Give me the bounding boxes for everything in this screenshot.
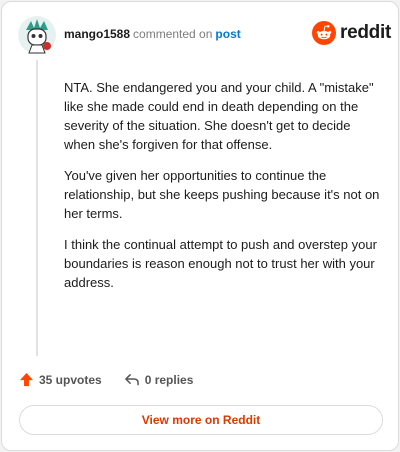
comment-header: mango1588 commented on post bbox=[64, 27, 241, 41]
comment-embed-card: mango1588 commented on post reddit NTA. Sh… bbox=[1, 1, 399, 451]
username-link[interactable]: mango1588 bbox=[64, 27, 130, 41]
commented-on-text: commented on bbox=[133, 27, 213, 41]
upvote-count: 35 upvotes bbox=[39, 372, 102, 387]
comment-body: NTA. She endangered you and your child. … bbox=[64, 78, 382, 304]
reddit-logo[interactable]: reddit bbox=[312, 21, 391, 45]
comment-paragraph: NTA. She endangered you and your child. … bbox=[64, 80, 374, 152]
avatar[interactable] bbox=[17, 15, 57, 55]
upvote-arrow-icon bbox=[19, 372, 34, 387]
post-link[interactable]: post bbox=[215, 27, 240, 41]
comment-paragraph: I think the continual attempt to push an… bbox=[64, 237, 377, 290]
comment-paragraph: You've given her opportunities to contin… bbox=[64, 168, 380, 221]
reply-count: 0 replies bbox=[144, 372, 194, 387]
view-more-on-reddit-button[interactable]: View more on Reddit bbox=[19, 405, 383, 435]
avatar-icon bbox=[18, 16, 56, 54]
comment-actions: 35 upvotes 0 replies bbox=[19, 372, 193, 387]
reply-arrow-icon bbox=[124, 374, 139, 386]
upvote-button[interactable]: 35 upvotes bbox=[19, 372, 102, 387]
reddit-wordmark: reddit bbox=[340, 22, 391, 43]
replies-button[interactable]: 0 replies bbox=[124, 372, 194, 387]
reddit-logo-icon bbox=[312, 21, 336, 45]
thread-line[interactable] bbox=[36, 60, 38, 356]
